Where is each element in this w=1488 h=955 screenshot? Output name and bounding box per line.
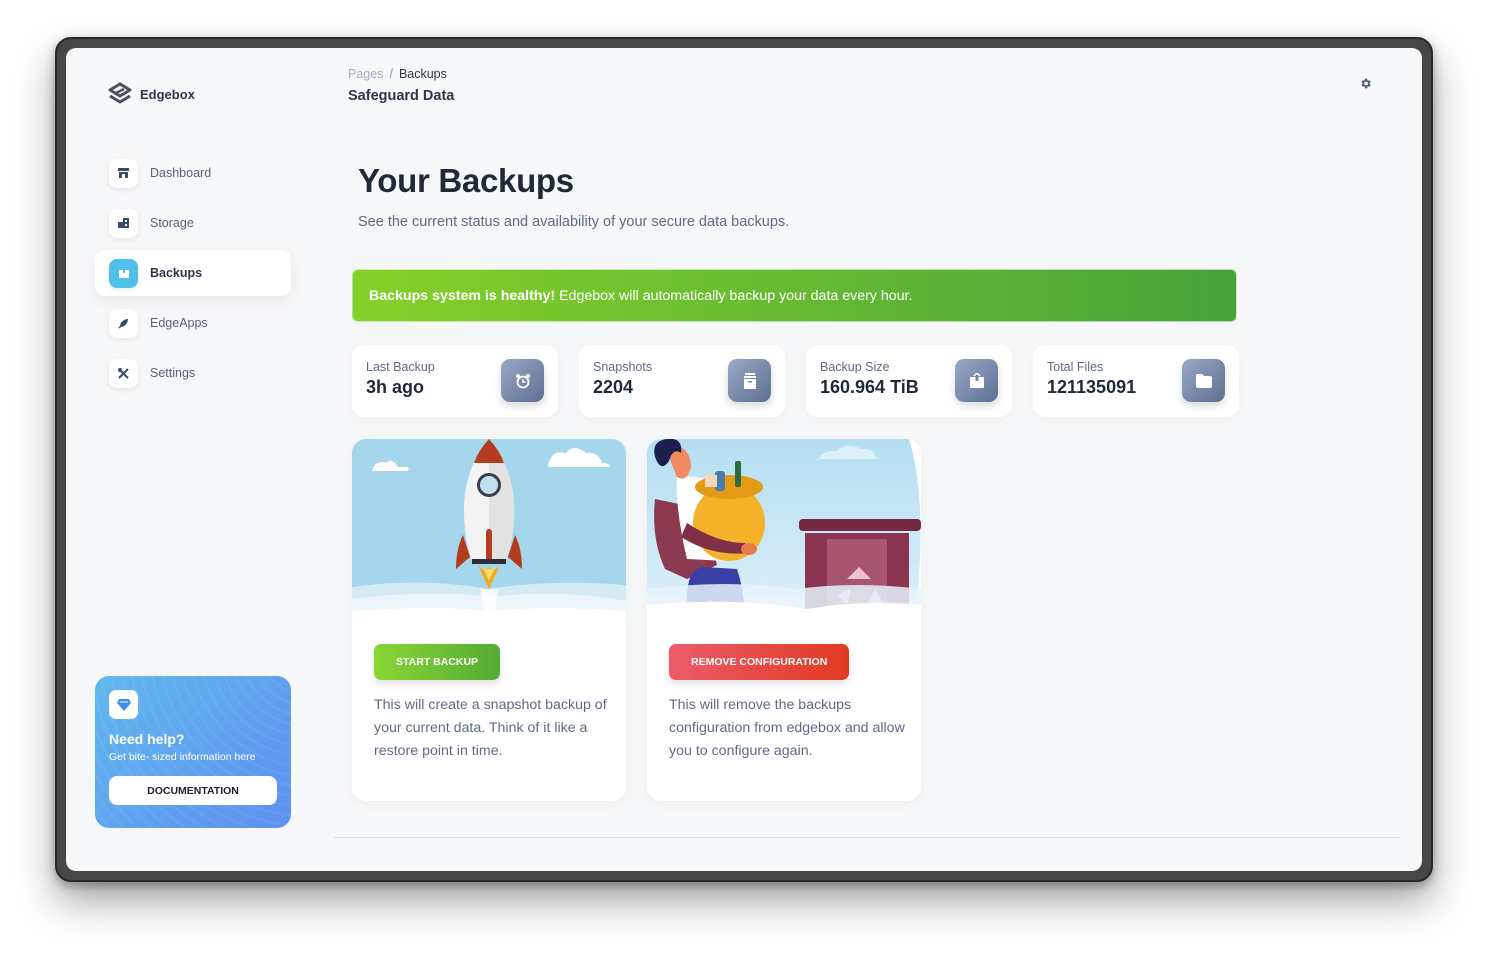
- app-screen: Edgebox Dashboard Storage Backups EdgeAp…: [66, 48, 1422, 871]
- sidebar-item-storage[interactable]: Storage: [95, 200, 291, 246]
- building-icon: [109, 208, 138, 238]
- alert-bold-text: Backups system is healthy!: [369, 287, 556, 304]
- diamond-icon: [109, 690, 138, 719]
- sidebar-item-label: Dashboard: [150, 166, 212, 180]
- alarm-clock-icon: [501, 359, 544, 402]
- stat-card-backup-size: Backup Size 160.964 TiB: [806, 345, 1012, 417]
- box-icon: [109, 258, 138, 288]
- gear-icon[interactable]: [1359, 77, 1372, 95]
- main-title: Your Backups: [358, 162, 574, 199]
- start-backup-card: START BACKUP This will create a snapshot…: [352, 439, 626, 801]
- breadcrumb-parent[interactable]: Pages: [348, 67, 383, 81]
- remove-configuration-button[interactable]: REMOVE CONFIGURATION: [669, 644, 850, 680]
- sidebar-item-edgeapps[interactable]: EdgeApps: [95, 300, 291, 346]
- start-backup-description: This will create a snapshot backup of yo…: [374, 697, 607, 759]
- sidebar-item-label: Settings: [150, 366, 196, 380]
- sidebar-item-label: Storage: [150, 216, 194, 230]
- main-subtitle: See the current status and availability …: [358, 214, 790, 230]
- breadcrumb: Pages / Backups: [348, 67, 447, 81]
- stat-card-snapshots: Snapshots 2204: [579, 345, 785, 417]
- edgebox-logo-icon: [108, 82, 132, 104]
- action-cards: START BACKUP This will create a snapshot…: [352, 439, 921, 801]
- rocket-icon: [109, 308, 138, 338]
- help-subtitle: Get bite- sized information here: [109, 751, 256, 763]
- recycling-person-illustration: [647, 439, 921, 629]
- breadcrumb-separator: /: [389, 67, 393, 81]
- status-alert: Backups system is healthy! Edgebox will …: [352, 269, 1237, 322]
- sidebar-item-backups[interactable]: Backups: [95, 250, 291, 296]
- sidebar-item-label: Backups: [150, 266, 203, 280]
- remove-configuration-card: REMOVE CONFIGURATION This will remove th…: [647, 439, 921, 801]
- sidebar-item-settings[interactable]: Settings: [95, 350, 291, 396]
- brand[interactable]: Edgebox: [108, 82, 195, 106]
- footer-divider: [334, 837, 1400, 838]
- brand-name: Edgebox: [140, 86, 195, 102]
- alert-text: Edgebox will automatically backup your d…: [559, 287, 913, 304]
- breadcrumb-current: Backups: [398, 67, 447, 81]
- help-title: Need help?: [109, 731, 185, 747]
- help-card: Need help? Get bite- sized information h…: [95, 676, 291, 828]
- tools-icon: [109, 358, 138, 388]
- stats-row: Last Backup 3h ago Snapshots 2204 Backup…: [352, 345, 1239, 417]
- sidebar-item-label: EdgeApps: [150, 316, 208, 330]
- sidebar-item-dashboard[interactable]: Dashboard: [95, 150, 291, 196]
- rocket-launch-illustration: [352, 439, 626, 629]
- folder-icon: [1182, 359, 1225, 402]
- store-icon: [109, 158, 138, 188]
- page-title: Safeguard Data: [348, 88, 455, 104]
- stat-card-last-backup: Last Backup 3h ago: [352, 345, 558, 417]
- documentation-button[interactable]: DOCUMENTATION: [109, 776, 277, 805]
- start-backup-button[interactable]: START BACKUP: [374, 644, 501, 680]
- remove-configuration-description: This will remove the backups configurati…: [669, 697, 905, 759]
- stat-card-total-files: Total Files 121135091: [1033, 345, 1239, 417]
- sidebar-nav: Dashboard Storage Backups EdgeApps Setti…: [95, 150, 291, 400]
- box-open-icon: [955, 359, 998, 402]
- archive-icon: [728, 359, 771, 402]
